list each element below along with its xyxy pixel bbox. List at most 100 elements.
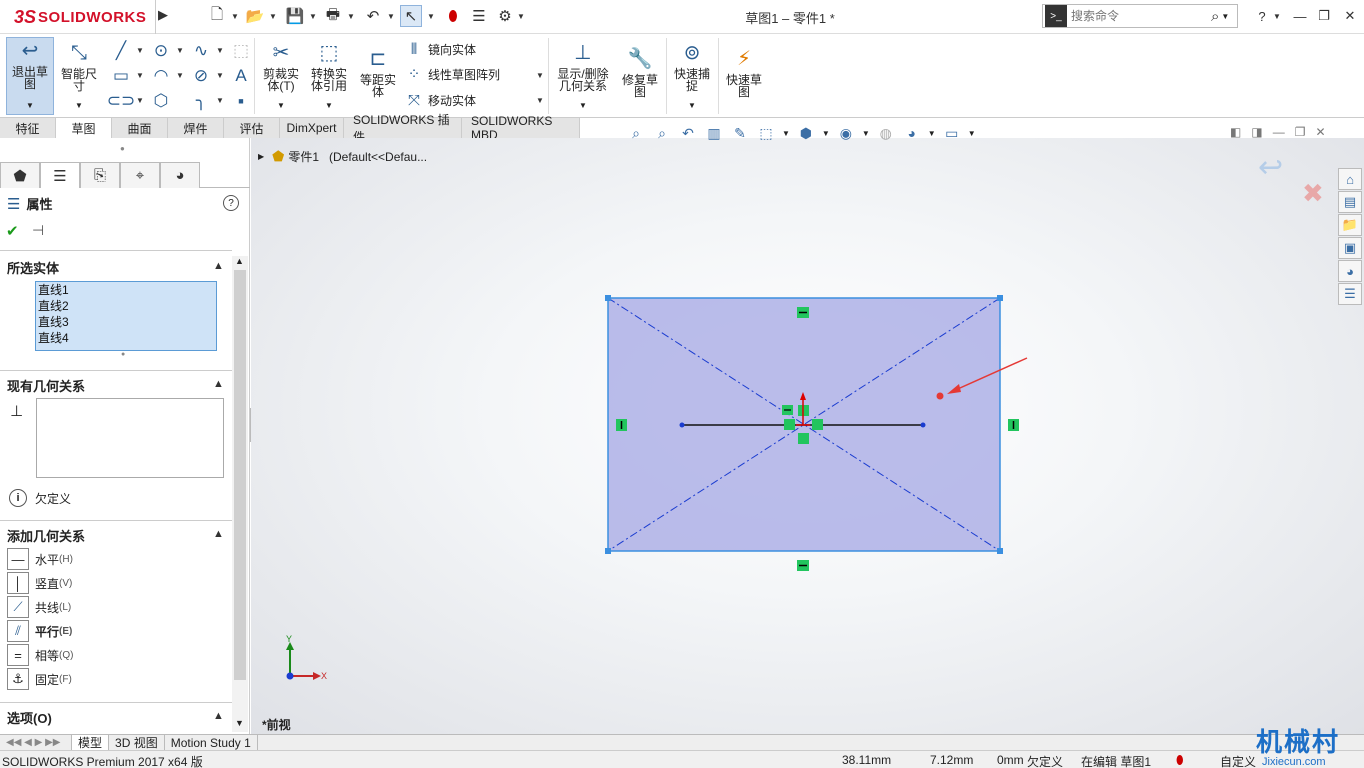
tab-scroll-arrows-icon[interactable]: ◀◀ ◀ ▶ ▶▶ <box>0 735 72 751</box>
corner-handle[interactable] <box>997 295 1003 301</box>
configuration-manager-tab-icon[interactable]: ⎘ <box>80 162 120 188</box>
horizontal-relation-icon[interactable] <box>797 560 809 571</box>
chevron-down-icon[interactable]: ▼ <box>176 46 184 55</box>
tab-model[interactable]: 模型 <box>72 735 110 751</box>
tab-surfaces[interactable]: 曲面 <box>112 118 168 138</box>
search-commands[interactable]: >_ ⌕ ▼ <box>1042 4 1238 28</box>
help-icon[interactable]: ? <box>1250 6 1274 26</box>
text-icon[interactable]: A <box>230 65 252 87</box>
tab-solidworks-addins[interactable]: SOLIDWORKS 插件 <box>344 113 462 144</box>
line-icon[interactable]: ╱ <box>110 40 132 62</box>
chevron-down-icon[interactable]: ▼ <box>216 46 224 55</box>
close-icon[interactable]: ✕ <box>1315 125 1325 139</box>
tab-sketch[interactable]: 草图 <box>56 118 112 138</box>
ellipse-icon[interactable]: ⊘ <box>190 65 212 87</box>
chevron-down-icon[interactable]: ▼ <box>688 100 696 112</box>
fillet-icon[interactable]: ╮ <box>190 90 212 112</box>
relation-vertical[interactable]: │ 竖直 (V) <box>7 572 72 594</box>
chevron-down-icon[interactable]: ▼ <box>216 96 224 105</box>
chevron-down-icon[interactable]: ▼ <box>1221 12 1229 21</box>
corner-handle[interactable] <box>605 295 611 301</box>
tab-weldments[interactable]: 焊件 <box>168 118 224 138</box>
slot-icon[interactable]: ⊂⊃ <box>107 90 136 112</box>
grid-icon[interactable]: ⬚ <box>230 40 252 62</box>
chevron-down-icon[interactable]: ▼ <box>822 129 830 138</box>
resize-grip-icon[interactable]: ● <box>121 351 125 358</box>
scrollbar-thumb[interactable] <box>234 270 246 680</box>
chevron-down-icon[interactable]: ▼ <box>136 46 144 55</box>
chevron-down-icon[interactable]: ▼ <box>136 71 144 80</box>
display-manager-tab-icon[interactable]: ◕ <box>160 162 200 188</box>
collapse-caret-icon[interactable]: ▲ <box>213 260 224 272</box>
restore-icon[interactable]: ❐ <box>1312 6 1336 26</box>
chevron-down-icon[interactable]: ▼ <box>216 71 224 80</box>
print-icon[interactable]: 🖶 <box>322 5 344 27</box>
spline-icon[interactable]: ∿ <box>190 40 212 62</box>
move-entities-button[interactable]: ⤧ 移动实体 <box>404 90 476 110</box>
open-folder-icon[interactable]: 📂 <box>244 5 266 27</box>
pin-icon[interactable]: ⊣ <box>32 222 44 239</box>
solidworks-logo[interactable]: 3S SOLIDWORKS <box>0 0 156 34</box>
minimize-icon[interactable]: — <box>1288 6 1312 26</box>
tile-left-icon[interactable]: ◧ <box>1230 125 1241 139</box>
feature-manager-tab-icon[interactable]: ⬟ <box>0 162 40 188</box>
collapse-caret-icon[interactable]: ▲ <box>213 378 224 390</box>
exit-sketch-button[interactable]: ↩ 退出草图 ▼ <box>6 37 54 115</box>
list-item[interactable]: 直线4 <box>36 330 216 346</box>
relation-equal[interactable]: = 相等 (Q) <box>7 644 73 666</box>
convert-entities-button[interactable]: ⬚ 转换实体引用 ▼ <box>306 40 352 112</box>
trim-entities-button[interactable]: ✂ 剪裁实体(T) ▼ <box>258 40 304 112</box>
display-delete-relations-button[interactable]: ⊥ 显示/删除几何关系 ▼ <box>554 40 612 112</box>
chevron-down-icon[interactable]: ▼ <box>536 71 544 80</box>
list-item[interactable]: 直线3 <box>36 314 216 330</box>
minimize-icon[interactable]: — <box>1273 125 1285 139</box>
chevron-down-icon[interactable]: ▼ <box>1272 9 1282 23</box>
tab-dimxpert[interactable]: DimXpert <box>280 118 344 138</box>
chevron-down-icon[interactable]: ▼ <box>325 100 333 112</box>
tab-motion-study[interactable]: Motion Study 1 <box>165 735 258 751</box>
existing-relations-title[interactable]: 现有几何关系 <box>7 376 85 395</box>
chevron-down-icon[interactable]: ▼ <box>968 129 976 138</box>
chevron-down-icon[interactable]: ▼ <box>75 100 83 112</box>
select-arrow-icon[interactable]: ↖ <box>400 5 422 27</box>
tab-solidworks-mbd[interactable]: SOLIDWORKS MBD <box>462 114 580 142</box>
ok-check-icon[interactable]: ✔ <box>6 222 19 240</box>
file-properties-icon[interactable]: ☰ <box>468 5 490 27</box>
sketch-endpoint[interactable] <box>920 422 926 428</box>
chevron-down-icon[interactable]: ▼ <box>230 9 240 23</box>
selected-entities-title[interactable]: 所选实体 <box>7 258 59 277</box>
relation-parallel[interactable]: ⫽ 平行 (E) <box>7 620 72 642</box>
rebuild-traffic-light-icon[interactable]: ⬮ <box>442 5 464 27</box>
selected-entities-list[interactable]: 直线1 直线2 直线3 直线4 <box>35 281 217 351</box>
search-icon[interactable]: ⌕ <box>1211 8 1219 25</box>
relation-fix[interactable]: ⚓ 固定 (F) <box>7 668 72 690</box>
save-icon[interactable]: 💾 <box>284 5 306 27</box>
circle-icon[interactable]: ⊙ <box>150 40 172 62</box>
panel-grip-icon[interactable]: ● <box>120 144 125 153</box>
existing-relations-list[interactable] <box>36 398 224 478</box>
scroll-down-icon[interactable]: ▼ <box>235 718 244 728</box>
arc-icon[interactable]: ◠ <box>150 65 172 87</box>
quick-snaps-button[interactable]: ⊚ 快速捕捉 ▼ <box>670 40 714 112</box>
relation-horizontal[interactable]: — 水平 (H) <box>7 548 73 570</box>
list-item[interactable]: 直线1 <box>36 282 216 298</box>
tile-right-icon[interactable]: ◨ <box>1251 125 1262 139</box>
chevron-down-icon[interactable]: ▼ <box>862 129 870 138</box>
new-document-icon[interactable]: 🗋 <box>206 5 228 27</box>
sketch-endpoint[interactable] <box>679 422 685 428</box>
panel-scrollbar[interactable]: ▲ ▼ <box>232 256 248 732</box>
units-custom[interactable]: 自定义 <box>1220 753 1256 768</box>
vertical-relation-icon[interactable] <box>1008 419 1019 431</box>
chevron-down-icon[interactable]: ▼ <box>277 100 285 112</box>
repair-sketch-button[interactable]: 🔧 修复草图 <box>618 46 662 98</box>
rapid-sketch-button[interactable]: ⚡ 快速草图 <box>722 46 766 98</box>
chevron-down-icon[interactable]: ▼ <box>136 96 144 105</box>
corner-handle[interactable] <box>605 548 611 554</box>
smart-dimension-button[interactable]: ⤡ 智能尺寸 ▼ <box>58 40 100 112</box>
point-icon[interactable]: ■ <box>230 90 252 112</box>
relation-collinear[interactable]: ⟋ 共线 (L) <box>7 596 71 618</box>
tab-evaluate[interactable]: 评估 <box>224 118 280 138</box>
chevron-down-icon[interactable]: ▼ <box>516 9 526 23</box>
search-input[interactable] <box>1067 9 1207 23</box>
chevron-down-icon[interactable]: ▼ <box>176 71 184 80</box>
